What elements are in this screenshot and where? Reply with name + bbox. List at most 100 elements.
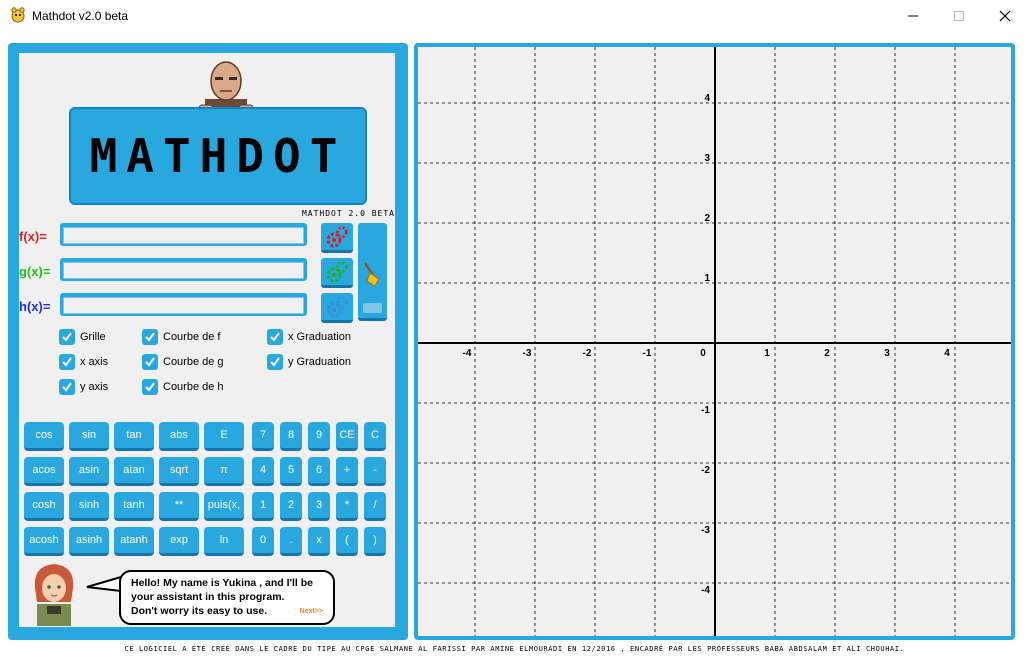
maximize-icon bbox=[954, 11, 964, 21]
key-acos[interactable]: acos bbox=[24, 457, 64, 486]
y-tick-label: -3 bbox=[701, 525, 710, 536]
check-icon bbox=[59, 329, 75, 345]
close-icon bbox=[999, 10, 1011, 22]
x-tick-label: 0 bbox=[700, 348, 706, 359]
plot-h-button[interactable] bbox=[321, 293, 353, 323]
graph-svg: -4 -3 -2 -1 0 1 2 3 4 4 3 2 1 -1 -2 -3 -4 bbox=[418, 47, 1011, 636]
key-multiply[interactable]: * bbox=[336, 492, 358, 521]
key-9[interactable]: 9 bbox=[308, 422, 330, 451]
broom-slot bbox=[363, 303, 382, 313]
key-atan[interactable]: atan bbox=[114, 457, 154, 486]
key-minus[interactable]: - bbox=[364, 457, 386, 486]
x-tick-label: -3 bbox=[523, 348, 532, 359]
key-6[interactable]: 6 bbox=[308, 457, 330, 486]
key-plus[interactable]: + bbox=[336, 457, 358, 486]
key-sinh[interactable]: sinh bbox=[69, 492, 109, 521]
plot-g-button[interactable] bbox=[321, 258, 353, 288]
logo-box: MATHDOT bbox=[69, 107, 367, 205]
key-close-paren[interactable]: ) bbox=[364, 527, 386, 556]
key-1[interactable]: 1 bbox=[252, 492, 274, 521]
key-x[interactable]: x bbox=[308, 527, 330, 556]
key-tan[interactable]: tan bbox=[114, 422, 154, 451]
minimize-icon bbox=[908, 15, 918, 17]
app-icon bbox=[11, 7, 25, 23]
plot-f-button[interactable] bbox=[321, 223, 353, 253]
assistant-line-2: your assistant in this program. bbox=[131, 591, 285, 603]
checkbox-label: Grille bbox=[80, 331, 106, 343]
title-bar: Mathdot v2.0 beta bbox=[0, 0, 1029, 32]
key-5[interactable]: 5 bbox=[280, 457, 302, 486]
f-input[interactable] bbox=[63, 226, 304, 244]
key-exp[interactable]: exp bbox=[159, 527, 199, 556]
key-7[interactable]: 7 bbox=[252, 422, 274, 451]
assistant-avatar bbox=[34, 564, 74, 626]
checkbox-courbe-h[interactable]: Courbe de h bbox=[142, 379, 224, 395]
red-gears-icon bbox=[326, 225, 348, 247]
next-link[interactable]: Next>> bbox=[300, 605, 323, 619]
clear-button[interactable] bbox=[358, 223, 387, 321]
h-input[interactable] bbox=[63, 296, 304, 314]
key-4[interactable]: 4 bbox=[252, 457, 274, 486]
y-tick-label: 2 bbox=[704, 213, 710, 224]
key-acosh[interactable]: acosh bbox=[24, 527, 64, 556]
key-8[interactable]: 8 bbox=[280, 422, 302, 451]
checkbox-y-graduation[interactable]: y Graduation bbox=[267, 354, 351, 370]
key-dot[interactable]: . bbox=[280, 527, 302, 556]
checkbox-label: Courbe de g bbox=[163, 356, 224, 368]
x-tick-label: -2 bbox=[583, 348, 592, 359]
key-tanh[interactable]: tanh bbox=[114, 492, 154, 521]
key-abs[interactable]: abs bbox=[159, 422, 199, 451]
check-icon bbox=[142, 354, 158, 370]
key-puis[interactable]: puis(x, bbox=[204, 492, 244, 521]
footer-credits: CE LOGICIEL A ÉTÉ CRÉÉ DANS LE CADRE DU … bbox=[124, 645, 905, 653]
checkbox-label: x Graduation bbox=[288, 331, 351, 343]
assistant-line-1: Hello! My name is Yukina , and I'll be bbox=[131, 577, 314, 589]
x-tick-label: 4 bbox=[944, 348, 950, 359]
key-2[interactable]: 2 bbox=[280, 492, 302, 521]
key-asinh[interactable]: asinh bbox=[69, 527, 109, 556]
key-e[interactable]: E bbox=[204, 422, 244, 451]
key-ce[interactable]: CE bbox=[336, 422, 358, 451]
checkbox-x-graduation[interactable]: x Graduation bbox=[267, 329, 351, 345]
key-power[interactable]: ** bbox=[159, 492, 199, 521]
key-atanh[interactable]: atanh bbox=[114, 527, 154, 556]
graph-canvas[interactable]: -4 -3 -2 -1 0 1 2 3 4 4 3 2 1 -1 -2 -3 -4 bbox=[418, 47, 1011, 636]
check-icon bbox=[142, 329, 158, 345]
check-icon bbox=[267, 354, 283, 370]
maximize-button[interactable] bbox=[936, 0, 982, 32]
checkbox-y-axis[interactable]: y axis bbox=[59, 379, 108, 395]
y-tick-label: -1 bbox=[701, 405, 710, 416]
control-panel-inner: MATHDOT MATHDOT 2.0 BETA f(x)= g(x)= h(x… bbox=[19, 53, 395, 627]
g-input[interactable] bbox=[63, 261, 304, 279]
checkbox-courbe-f[interactable]: Courbe de f bbox=[142, 329, 220, 345]
x-tick-label: 3 bbox=[884, 348, 890, 359]
close-button[interactable] bbox=[982, 0, 1028, 32]
key-cosh[interactable]: cosh bbox=[24, 492, 64, 521]
y-tick-label: 3 bbox=[704, 153, 710, 164]
key-divide[interactable]: / bbox=[364, 492, 386, 521]
key-asin[interactable]: asin bbox=[69, 457, 109, 486]
f-label: f(x)= bbox=[19, 229, 47, 244]
key-sin[interactable]: sin bbox=[69, 422, 109, 451]
key-cos[interactable]: cos bbox=[24, 422, 64, 451]
x-tick-label: 2 bbox=[824, 348, 830, 359]
key-sqrt[interactable]: sqrt bbox=[159, 457, 199, 486]
checkbox-label: Courbe de f bbox=[163, 331, 221, 343]
minimize-button[interactable] bbox=[890, 0, 936, 32]
h-label: h(x)= bbox=[19, 299, 51, 314]
checkbox-x-axis[interactable]: x axis bbox=[59, 354, 108, 370]
checkbox-grille[interactable]: Grille bbox=[59, 329, 106, 345]
check-icon bbox=[59, 354, 75, 370]
y-tick-label: -4 bbox=[701, 585, 710, 596]
h-input-frame bbox=[60, 293, 307, 316]
key-0[interactable]: 0 bbox=[252, 527, 274, 556]
key-c[interactable]: C bbox=[364, 422, 386, 451]
key-3[interactable]: 3 bbox=[308, 492, 330, 521]
key-open-paren[interactable]: ( bbox=[336, 527, 358, 556]
logo-text: MATHDOT bbox=[89, 129, 347, 183]
checkbox-courbe-g[interactable]: Courbe de g bbox=[142, 354, 224, 370]
g-label: g(x)= bbox=[19, 264, 51, 279]
check-icon bbox=[59, 379, 75, 395]
key-pi[interactable]: π bbox=[204, 457, 244, 486]
key-ln[interactable]: ln bbox=[204, 527, 244, 556]
